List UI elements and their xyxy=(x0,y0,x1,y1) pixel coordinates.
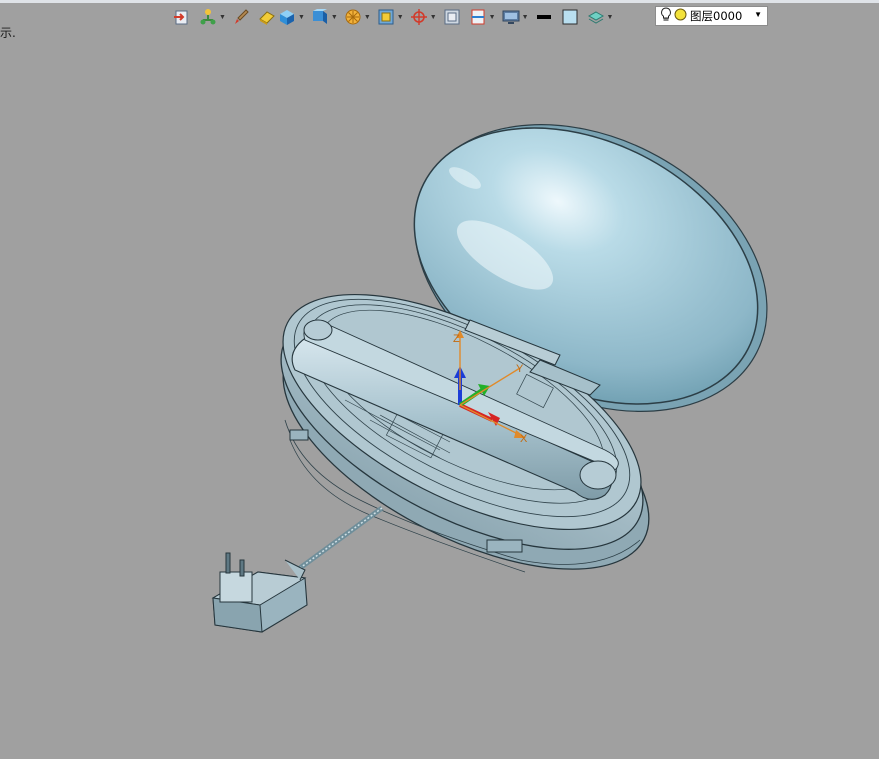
triad-x-label: X xyxy=(520,433,528,445)
model-viewport[interactable]: Z X Y xyxy=(0,0,879,759)
power-cable xyxy=(298,505,384,571)
triad-z-label: Z xyxy=(453,333,460,345)
power-adapter xyxy=(211,552,308,633)
triad-y-label: Y xyxy=(516,363,524,375)
